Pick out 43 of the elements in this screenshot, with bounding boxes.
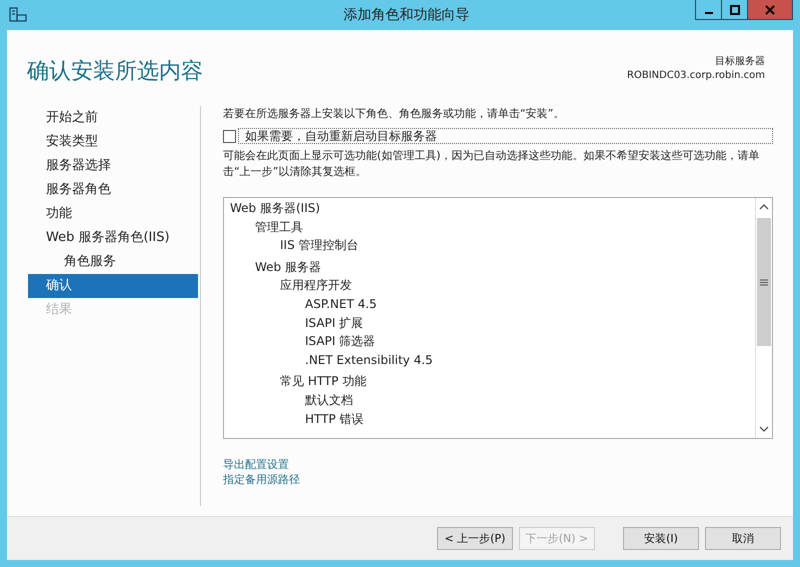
page-title: 确认安装所选内容 xyxy=(27,58,203,86)
tree-item: 默认文档 xyxy=(304,392,354,409)
tree-item: IIS 管理控制台 xyxy=(279,237,360,254)
close-button[interactable] xyxy=(747,0,793,20)
sidebar-item[interactable]: 功能 xyxy=(28,202,198,226)
scroll-down-icon[interactable] xyxy=(759,426,769,432)
wizard-button[interactable]: < 上一步(P) xyxy=(437,527,513,550)
sidebar-item[interactable]: 服务器选择 xyxy=(28,154,198,178)
maximize-icon xyxy=(730,4,740,14)
tree-item: HTTP 错误 xyxy=(304,410,365,428)
close-icon xyxy=(765,4,775,14)
sidebar-item[interactable]: Web 服务器角色(IIS) xyxy=(28,226,198,250)
tree-item: ISAPI 筛选器 xyxy=(304,333,376,350)
sidebar-item[interactable]: 确认 xyxy=(28,274,198,298)
tree-item: 管理工具 xyxy=(254,218,304,236)
tree-item: ISAPI 扩展 xyxy=(304,314,364,332)
scrollbar[interactable] xyxy=(755,198,772,438)
tree-item: 常见 HTTP 功能 xyxy=(279,373,368,390)
checkbox-label[interactable]: 如果需要，自动重新启动目标服务器 xyxy=(238,128,773,144)
window-title: 添加角色和功能向导 xyxy=(342,6,470,24)
target-server-name: ROBINDC03.corp.robin.com xyxy=(627,70,765,81)
instruction-text: 若要在所选服务器上安装以下角色、角色服务或功能，请单击“安装”。 xyxy=(223,106,566,122)
link[interactable]: 指定备用源路径 xyxy=(223,472,300,487)
sidebar-item[interactable]: 开始之前 xyxy=(28,106,198,130)
tree-item: Web 服务器(IIS) xyxy=(229,200,322,217)
target-server-label: 目标服务器 xyxy=(715,54,765,68)
scroll-up-icon[interactable] xyxy=(759,204,769,210)
tree-item: ASP.NET 4.5 xyxy=(304,296,378,313)
sidebar-item[interactable]: 安装类型 xyxy=(28,130,198,154)
sidebar-item[interactable]: 角色服务 xyxy=(28,250,198,274)
checkbox[interactable] xyxy=(223,130,236,142)
note-text: 可能会在此页面上显示可选功能(如管理工具)，因为已自动选择这些功能。如果不希望安装这些可选功能，请单击“上一步”以清除其复选框。 xyxy=(223,148,761,180)
tree-item: .NET Extensibility 4.5 xyxy=(304,352,434,369)
server-icon xyxy=(9,7,27,23)
wizard-button[interactable]: 安装(I) xyxy=(623,527,699,550)
link[interactable]: 导出配置设置 xyxy=(223,457,289,472)
minimize-button[interactable] xyxy=(695,0,722,20)
scrollbar-thumb[interactable] xyxy=(757,218,771,346)
tree-item: 应用程序开发 xyxy=(279,277,353,294)
tree-item: Web 服务器 xyxy=(254,258,322,276)
wizard-button[interactable]: 取消 xyxy=(705,527,781,550)
sidebar-item[interactable]: 服务器角色 xyxy=(28,178,198,202)
minimize-icon xyxy=(704,12,712,14)
